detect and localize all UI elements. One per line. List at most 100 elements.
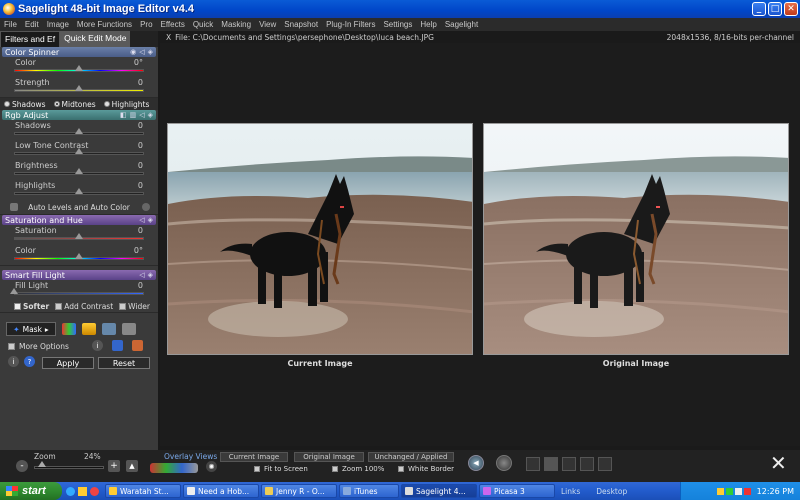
menu-help[interactable]: Help xyxy=(416,20,440,29)
fill-light-slider-track[interactable] xyxy=(14,292,144,295)
palette-icon[interactable] xyxy=(132,340,143,351)
pin-icon[interactable]: ◈ xyxy=(148,111,153,119)
info-small-icon[interactable]: i xyxy=(92,340,103,351)
zoom-in-button[interactable]: + xyxy=(108,460,120,472)
close-file-button[interactable]: X xyxy=(166,33,171,42)
menu-view[interactable]: View xyxy=(255,20,280,29)
collapse-icon[interactable]: ◁ xyxy=(139,216,144,224)
shadows-slider-thumb[interactable] xyxy=(75,128,83,134)
menu-settings[interactable]: Settings xyxy=(379,20,416,29)
color-slider-thumb[interactable] xyxy=(75,65,83,71)
forward-icon[interactable] xyxy=(496,455,512,471)
menu-pro[interactable]: Pro xyxy=(136,20,156,29)
close-button[interactable]: ✕ xyxy=(784,2,798,16)
fill-light-slider-thumb[interactable] xyxy=(10,288,18,294)
low-tone-contrast-slider-thumb[interactable] xyxy=(75,148,83,154)
taskbar-item-need-a-hob[interactable]: Need a Hob... xyxy=(183,484,259,498)
menu-image[interactable]: Image xyxy=(43,20,73,29)
menu-sagelight[interactable]: Sagelight xyxy=(441,20,482,29)
minimize-button[interactable]: _ xyxy=(752,2,766,16)
zoom-100-checkbox[interactable]: Zoom 100% xyxy=(332,465,384,473)
start-button[interactable]: start xyxy=(0,482,62,500)
histogram-icon[interactable] xyxy=(62,323,76,335)
fit-to-screen-checkbox[interactable]: Fit to Screen xyxy=(254,465,308,473)
rgb-adjust-header[interactable]: Rgb Adjust ◧ ▥ ◁ ◈ xyxy=(2,110,156,120)
hue-slider-thumb[interactable] xyxy=(75,253,83,259)
tray-icon-1[interactable] xyxy=(716,487,724,495)
highlights-slider-thumb[interactable] xyxy=(75,188,83,194)
clock[interactable]: 12:26 PM xyxy=(757,487,794,496)
single-view-button[interactable] xyxy=(526,457,540,471)
white-border-checkbox[interactable]: White Border xyxy=(398,465,454,473)
horizontal-split-button[interactable] xyxy=(562,457,576,471)
menu-snapshot[interactable]: Snapshot xyxy=(280,20,322,29)
more-options-checkbox[interactable] xyxy=(8,342,15,350)
desktop-toolbar[interactable]: Desktop xyxy=(596,487,627,496)
tab-quick-edit[interactable]: Quick Edit Mode xyxy=(60,31,131,47)
menu-quick[interactable]: Quick xyxy=(189,20,217,29)
compare-icon[interactable] xyxy=(102,323,116,335)
taskbar-item-waratah[interactable]: Waratah St... xyxy=(105,484,181,498)
tab-overlay-unchanged[interactable]: Unchanged / Applied xyxy=(368,452,454,462)
taskbar-item-itunes[interactable]: iTunes xyxy=(339,484,399,498)
overlay-color-icons[interactable] xyxy=(150,463,198,473)
tab-overlay-current[interactable]: Current Image xyxy=(220,452,288,462)
radio-midtones[interactable]: Midtones xyxy=(53,100,96,109)
collapse-icon[interactable]: ◁ xyxy=(139,111,144,119)
zoom-out-button[interactable]: - xyxy=(16,460,28,472)
taskbar-item-jenny[interactable]: Jenny R - O... xyxy=(261,484,337,498)
menu-effects[interactable]: Effects xyxy=(157,20,189,29)
auto-levels-icon[interactable] xyxy=(10,203,18,211)
color-spinner-header[interactable]: Color Spinner ◉ ◁ ◈ xyxy=(2,47,156,57)
current-image[interactable] xyxy=(167,123,473,355)
tray-icon-3[interactable] xyxy=(734,487,742,495)
tab-filters[interactable]: Filters and Ef xyxy=(0,31,61,47)
vertical-split-button[interactable] xyxy=(598,457,612,471)
radio-highlights[interactable]: Highlights xyxy=(103,100,149,109)
ie-icon[interactable] xyxy=(66,486,75,496)
taskbar-item-sagelight[interactable]: Sagelight 4... xyxy=(401,484,477,498)
maximize-button[interactable]: □ xyxy=(768,2,782,16)
tab-overlay-original[interactable]: Original Image xyxy=(294,452,364,462)
menu-masking[interactable]: Masking xyxy=(217,20,255,29)
reset-button[interactable]: Reset xyxy=(98,357,150,369)
tray-icon-2[interactable] xyxy=(725,487,733,495)
radio-shadows[interactable]: Shadows xyxy=(4,100,46,109)
info-icon[interactable]: i xyxy=(8,356,19,367)
links-toolbar[interactable]: Links xyxy=(561,487,580,496)
color-wheel-icon[interactable]: ◉ xyxy=(130,48,136,56)
softer-checkbox[interactable]: Softer xyxy=(14,302,49,311)
triple-view-button[interactable] xyxy=(580,457,594,471)
smart-fill-header[interactable]: Smart Fill Light ◁ ◈ xyxy=(2,270,156,280)
mask-button[interactable]: ✦ Mask ▸ xyxy=(6,322,56,336)
wider-checkbox[interactable]: Wider xyxy=(119,302,150,311)
original-image[interactable] xyxy=(483,123,789,355)
saturation-slider-thumb[interactable] xyxy=(75,233,83,239)
pin-icon[interactable]: ◈ xyxy=(148,271,153,279)
auto-levels-settings-icon[interactable] xyxy=(142,203,150,211)
collapse-icon[interactable]: ◁ xyxy=(139,48,144,56)
media-icon[interactable] xyxy=(90,486,99,496)
help-icon[interactable]: ? xyxy=(24,356,35,367)
levels-icon[interactable]: ▥ xyxy=(130,111,137,119)
auto-levels-button[interactable]: Auto Levels and Auto Color xyxy=(28,203,130,212)
sun-icon[interactable]: ✺ xyxy=(206,461,217,472)
menu-edit[interactable]: Edit xyxy=(21,20,43,29)
collapse-icon[interactable]: ◁ xyxy=(139,271,144,279)
adjust-icon[interactable] xyxy=(82,323,96,335)
menu-plugin-filters[interactable]: Plug-In Filters xyxy=(322,20,379,29)
add-contrast-checkbox[interactable]: Add Contrast xyxy=(55,302,113,311)
split-view-button[interactable] xyxy=(544,457,558,471)
tray-icon-4[interactable] xyxy=(743,487,751,495)
taskbar-item-picasa[interactable]: Picasa 3 xyxy=(479,484,555,498)
menu-file[interactable]: File xyxy=(0,20,21,29)
screen-icon[interactable] xyxy=(122,323,136,335)
zoom-slider-thumb[interactable] xyxy=(38,461,46,467)
brightness-slider-thumb[interactable] xyxy=(75,168,83,174)
apply-button[interactable]: Apply xyxy=(42,357,94,369)
saturation-hue-header[interactable]: Saturation and Hue ◁ ◈ xyxy=(2,215,156,225)
folder-icon[interactable] xyxy=(78,486,87,496)
menu-more-functions[interactable]: More Functions xyxy=(73,20,136,29)
curves-icon[interactable]: ◧ xyxy=(120,111,127,119)
pin-icon[interactable]: ◈ xyxy=(148,216,153,224)
